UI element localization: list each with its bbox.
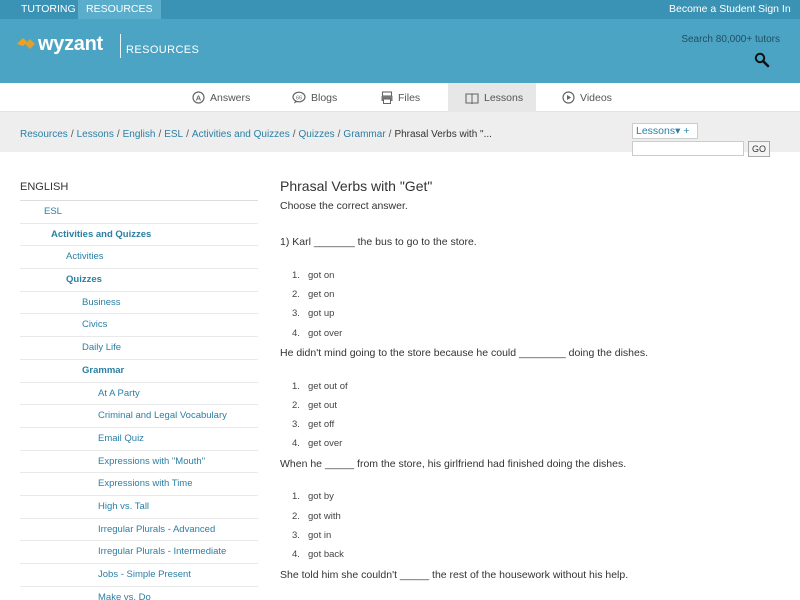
breadcrumb-grammar[interactable]: Grammar bbox=[343, 129, 385, 140]
sidebar-heading: ENGLISH bbox=[20, 176, 258, 201]
sidebar-item-daily-life[interactable]: Daily Life bbox=[20, 337, 258, 360]
lessons-icon bbox=[465, 92, 479, 104]
lessons-search-input[interactable] bbox=[632, 141, 744, 156]
blogs-icon: 66 bbox=[292, 91, 306, 104]
breadcrumb-quizzes[interactable]: Quizzes bbox=[299, 129, 335, 140]
become-a-student-link[interactable]: Become a Student bbox=[669, 0, 755, 19]
videos-icon bbox=[562, 91, 575, 104]
answer-option: 4. got back bbox=[292, 549, 344, 560]
logo-divider bbox=[120, 34, 121, 58]
nav-answers-label: Answers bbox=[210, 91, 251, 104]
breadcrumb-english[interactable]: English bbox=[123, 129, 156, 140]
logo-section-label: RESOURCES bbox=[126, 44, 200, 56]
nav-files-label: Files bbox=[398, 91, 421, 104]
sidebar-item-criminal-legal-vocabulary[interactable]: Criminal and Legal Vocabulary bbox=[20, 405, 258, 428]
top-bar: TUTORING RESOURCES Become a Student Sign… bbox=[0, 0, 800, 19]
go-button[interactable]: GO bbox=[748, 141, 770, 157]
sidebar-item-expressions-with-mouth[interactable]: Expressions with "Mouth" bbox=[20, 451, 258, 474]
question-text: She told him she couldn't _____ the rest… bbox=[280, 569, 629, 581]
lesson-instruction: Choose the correct answer. bbox=[280, 200, 408, 212]
answer-option: 3. got in bbox=[292, 530, 332, 541]
sidebar-item-email-quiz[interactable]: Email Quiz bbox=[20, 428, 258, 451]
sidebar-item-irregular-plurals-advanced[interactable]: Irregular Plurals - Advanced bbox=[20, 519, 258, 542]
sidebar-item-jobs-simple-present[interactable]: Jobs - Simple Present bbox=[20, 564, 258, 587]
sidebar-item-business[interactable]: Business bbox=[20, 292, 258, 315]
tab-resources[interactable]: RESOURCES bbox=[78, 0, 161, 19]
breadcrumb-activities-and-quizzes[interactable]: Activities and Quizzes bbox=[192, 129, 290, 140]
sidebar-item-irregular-plurals-intermediate[interactable]: Irregular Plurals - Intermediate bbox=[20, 541, 258, 564]
search-tutors-label[interactable]: Search 80,000+ tutors bbox=[681, 34, 780, 45]
svg-text:A: A bbox=[196, 93, 202, 102]
answer-option: 2. get out bbox=[292, 400, 338, 411]
logo-text[interactable]: wyzant bbox=[38, 33, 103, 56]
sidebar-item-make-vs-do[interactable]: Make vs. Do bbox=[20, 587, 258, 600]
nav-answers[interactable]: A Answers bbox=[192, 83, 250, 112]
answer-option: 1. got on bbox=[292, 270, 335, 281]
answer-option: 2. got with bbox=[292, 511, 341, 522]
wyzant-logo-icon[interactable] bbox=[16, 37, 36, 51]
search-icon[interactable] bbox=[754, 52, 770, 68]
sidebar: ENGLISH ESL Activities and Quizzes Activ… bbox=[20, 176, 258, 600]
sidebar-item-high-vs-tall[interactable]: High vs. Tall bbox=[20, 496, 258, 519]
breadcrumb-esl[interactable]: ESL bbox=[164, 129, 183, 140]
answer-option: 4. got over bbox=[292, 328, 343, 339]
lesson-content: Phrasal Verbs with "Get" Choose the corr… bbox=[280, 178, 780, 581]
sidebar-item-esl[interactable]: ESL bbox=[20, 201, 258, 224]
breadcrumb: Resources / Lessons / English / ESL / Activities… bbox=[20, 129, 492, 140]
svg-text:66: 66 bbox=[296, 95, 302, 101]
site-header: wyzant RESOURCES Search 80,000+ tutors bbox=[0, 19, 800, 83]
sidebar-item-civics[interactable]: Civics bbox=[20, 314, 258, 338]
lesson-title: Phrasal Verbs with "Get" bbox=[280, 178, 433, 194]
tab-tutoring[interactable]: TUTORING bbox=[13, 0, 84, 19]
sidebar-item-expressions-with-time[interactable]: Expressions with Time bbox=[20, 473, 258, 496]
files-icon bbox=[381, 91, 393, 104]
answer-option: 1. got by bbox=[292, 491, 334, 502]
nav-lessons[interactable]: Lessons bbox=[448, 83, 536, 112]
sidebar-item-activities[interactable]: Activities bbox=[20, 246, 258, 270]
nav-files[interactable]: Files bbox=[381, 83, 420, 112]
question-text: When he _____ from the store, his girlfr… bbox=[280, 458, 627, 470]
nav-videos[interactable]: Videos bbox=[562, 83, 612, 112]
question-text: He didn't mind going to the store becaus… bbox=[280, 347, 649, 359]
breadcrumb-resources[interactable]: Resources bbox=[20, 129, 68, 140]
sidebar-item-quizzes[interactable]: Quizzes bbox=[20, 269, 258, 292]
answer-option: 4. get over bbox=[292, 438, 343, 449]
answer-option: 3. got up bbox=[292, 308, 335, 319]
nav-videos-label: Videos bbox=[580, 91, 612, 104]
sidebar-item-at-a-party[interactable]: At A Party bbox=[20, 383, 258, 406]
resource-nav: A Answers 66 Blogs Files Lessons Videos bbox=[0, 83, 800, 112]
breadcrumb-lessons[interactable]: Lessons bbox=[77, 129, 114, 140]
sidebar-item-activities-and-quizzes[interactable]: Activities and Quizzes bbox=[20, 224, 258, 247]
nav-lessons-label: Lessons bbox=[484, 91, 524, 104]
answers-icon: A bbox=[192, 91, 205, 104]
answer-option: 2. get on bbox=[292, 289, 335, 300]
answer-option: 3. get off bbox=[292, 419, 335, 430]
lessons-dropdown[interactable]: Lessons▾ + bbox=[632, 123, 698, 139]
nav-blogs[interactable]: 66 Blogs bbox=[292, 83, 337, 112]
sign-in-link[interactable]: Sign In bbox=[758, 0, 791, 19]
question-text: 1) Karl _______ the bus to go to the sto… bbox=[280, 236, 477, 248]
breadcrumb-current: Phrasal Verbs with "... bbox=[394, 129, 492, 140]
sidebar-item-grammar[interactable]: Grammar bbox=[20, 360, 258, 383]
nav-blogs-label: Blogs bbox=[311, 91, 338, 104]
answer-option: 1. get out of bbox=[292, 381, 348, 392]
